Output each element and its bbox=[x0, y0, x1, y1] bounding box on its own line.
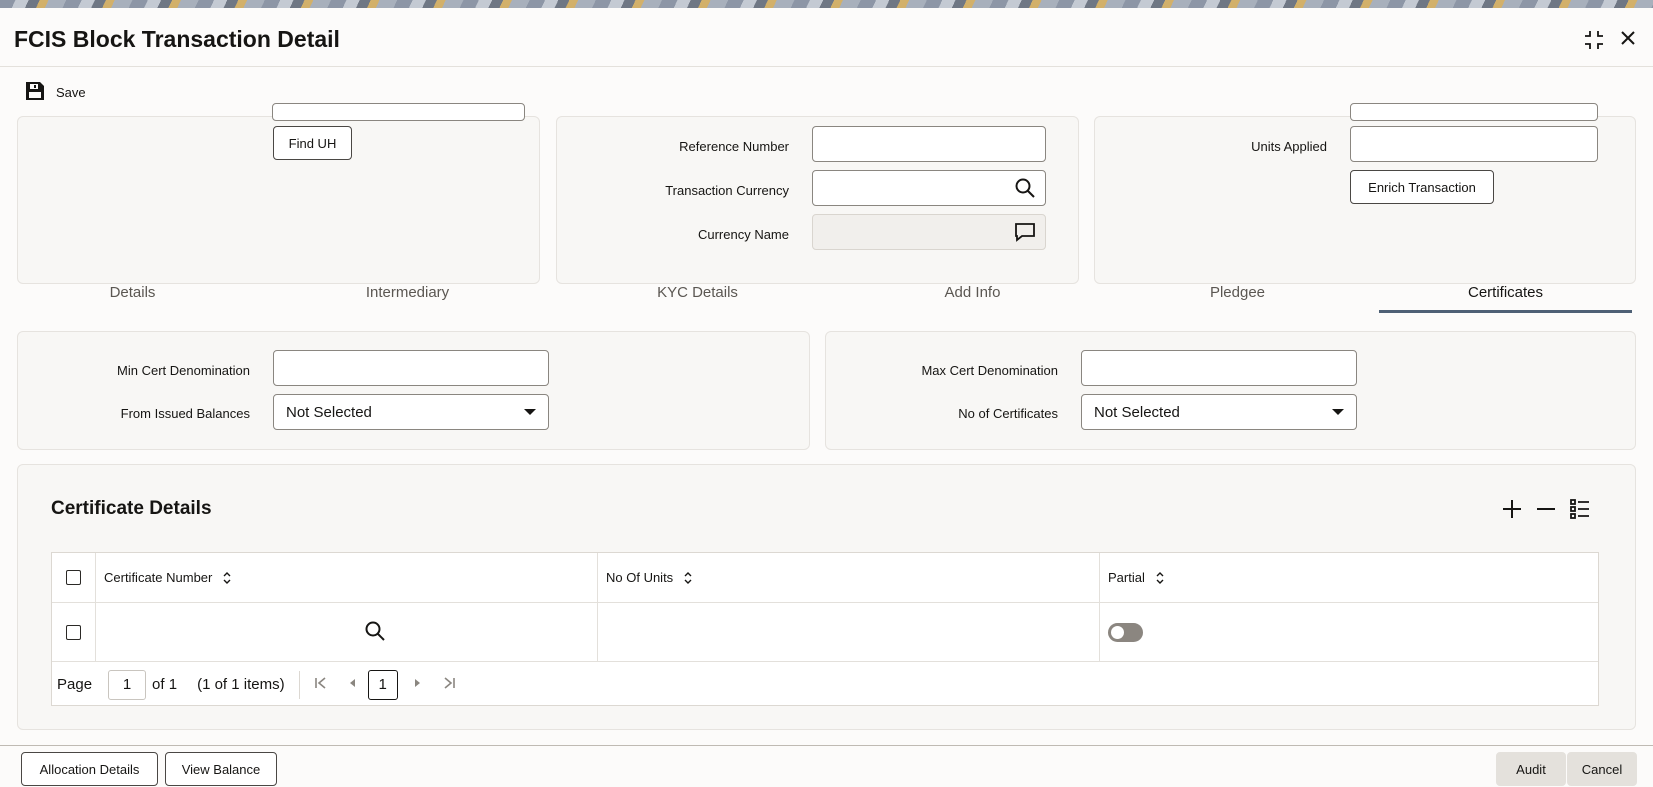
reference-number-label: Reference Number bbox=[679, 139, 789, 154]
items-count-label: (1 of 1 items) bbox=[197, 676, 285, 693]
allocation-details-button[interactable]: Allocation Details bbox=[21, 752, 158, 786]
tab-intermediary[interactable]: Intermediary bbox=[310, 278, 505, 313]
header-divider bbox=[0, 66, 1653, 67]
view-balance-button[interactable]: View Balance bbox=[165, 752, 277, 786]
last-page-icon[interactable] bbox=[442, 676, 456, 694]
enrich-transaction-button[interactable]: Enrich Transaction bbox=[1350, 170, 1494, 204]
from-issued-balances-select[interactable]: Not Selected bbox=[273, 394, 549, 430]
delete-row-icon[interactable] bbox=[1534, 497, 1558, 521]
next-page-icon[interactable] bbox=[412, 676, 422, 693]
first-page-icon[interactable] bbox=[314, 676, 328, 694]
chevron-down-icon bbox=[524, 409, 536, 415]
no-of-units-header-label: No Of Units bbox=[606, 570, 674, 585]
certificate-details-title: Certificate Details bbox=[51, 498, 212, 519]
certificate-number-header-label: Certificate Number bbox=[104, 570, 213, 585]
tab-add-info[interactable]: Add Info bbox=[875, 278, 1070, 313]
save-icon bbox=[24, 80, 46, 105]
current-page-button[interactable]: 1 bbox=[367, 669, 398, 700]
from-issued-balances-value: Not Selected bbox=[286, 403, 372, 421]
sort-icon[interactable] bbox=[1155, 571, 1165, 584]
row-checkbox[interactable] bbox=[66, 624, 81, 640]
comment-icon[interactable] bbox=[1013, 220, 1037, 244]
table-row-no-of-units-cell[interactable] bbox=[598, 603, 1100, 661]
page-number-input[interactable]: 1 bbox=[108, 669, 147, 700]
single-record-view-icon[interactable] bbox=[1568, 497, 1592, 521]
partial-header-label: Partial bbox=[1108, 570, 1145, 585]
top-panel-left: Find UH bbox=[17, 103, 540, 284]
sort-icon[interactable] bbox=[222, 571, 232, 584]
previous-page-icon[interactable] bbox=[348, 676, 358, 693]
tab-kyc-details[interactable]: KYC Details bbox=[600, 278, 795, 313]
window-title: FCIS Block Transaction Detail bbox=[14, 26, 340, 52]
pager-divider bbox=[298, 670, 300, 699]
page-of-label: of 1 bbox=[152, 676, 178, 693]
chevron-down-icon bbox=[1332, 409, 1344, 415]
transaction-currency-input[interactable] bbox=[812, 170, 1046, 206]
column-header-no-of-units[interactable]: No Of Units bbox=[598, 553, 1100, 603]
max-cert-denomination-input[interactable] bbox=[1081, 350, 1357, 386]
min-cert-denomination-input[interactable] bbox=[273, 350, 549, 386]
search-icon[interactable] bbox=[364, 620, 386, 645]
certificate-details-table: Certificate Number No Of Units Partial P… bbox=[51, 552, 1599, 706]
currency-name-label: Currency Name bbox=[697, 227, 789, 242]
no-of-certificates-label: No of Certificates bbox=[958, 406, 1058, 421]
close-icon[interactable] bbox=[1616, 29, 1640, 53]
maximize-icon[interactable] bbox=[1582, 29, 1606, 53]
min-cert-denomination-label: Min Cert Denomination bbox=[117, 363, 250, 378]
page-label: Page bbox=[57, 676, 93, 693]
column-header-partial[interactable]: Partial bbox=[1100, 553, 1598, 603]
unitholder-field-partial[interactable] bbox=[272, 103, 525, 121]
table-row-select-cell bbox=[52, 603, 96, 661]
audit-button[interactable]: Audit bbox=[1496, 752, 1566, 786]
decorative-top-strip bbox=[0, 0, 1653, 8]
tab-details[interactable]: Details bbox=[40, 278, 225, 313]
cancel-button[interactable]: Cancel bbox=[1567, 752, 1637, 786]
tab-pledgee[interactable]: Pledgee bbox=[1140, 278, 1335, 313]
find-uh-button[interactable]: Find UH bbox=[273, 126, 352, 160]
upper-field-partial[interactable] bbox=[1350, 103, 1598, 121]
save-button[interactable]: Save bbox=[24, 80, 86, 104]
table-row-certificate-number-cell[interactable] bbox=[96, 603, 598, 661]
transaction-currency-label: Transaction Currency bbox=[665, 183, 789, 198]
no-of-certificates-value: Not Selected bbox=[1094, 403, 1180, 421]
max-cert-denomination-label: Max Cert Denomination bbox=[921, 363, 1058, 378]
save-label: Save bbox=[56, 84, 86, 100]
currency-name-input bbox=[812, 214, 1046, 250]
select-all-cell bbox=[52, 553, 96, 603]
reference-number-input[interactable] bbox=[812, 126, 1046, 162]
certificates-panel-right: Max Cert Denomination No of Certificates… bbox=[825, 331, 1636, 450]
table-pager: Page 1 of 1 (1 of 1 items) 1 bbox=[52, 661, 1598, 707]
partial-toggle[interactable] bbox=[1108, 622, 1143, 642]
units-applied-label: Units Applied bbox=[1251, 139, 1327, 154]
table-row-partial-cell bbox=[1100, 603, 1598, 661]
sort-icon[interactable] bbox=[683, 571, 693, 584]
add-row-icon[interactable] bbox=[1500, 497, 1524, 521]
top-panel-right: Units Applied Enrich Transaction bbox=[1094, 103, 1636, 284]
search-icon[interactable] bbox=[1013, 176, 1037, 200]
tab-certificates[interactable]: Certificates bbox=[1379, 278, 1632, 313]
no-of-certificates-select[interactable]: Not Selected bbox=[1081, 394, 1357, 430]
certificates-panel-left: Min Cert Denomination From Issued Balanc… bbox=[17, 331, 810, 450]
window-header: FCIS Block Transaction Detail bbox=[0, 8, 1653, 68]
units-applied-input[interactable] bbox=[1350, 126, 1598, 162]
select-all-checkbox[interactable] bbox=[66, 570, 81, 585]
column-header-certificate-number[interactable]: Certificate Number bbox=[96, 553, 598, 603]
top-panel-middle: Reference Number Transaction Currency Cu… bbox=[556, 116, 1079, 284]
footer-bar: Allocation Details View Balance Audit Ca… bbox=[0, 745, 1653, 787]
from-issued-balances-label: From Issued Balances bbox=[120, 406, 250, 421]
tab-bar: Details Intermediary KYC Details Add Inf… bbox=[0, 278, 1653, 314]
